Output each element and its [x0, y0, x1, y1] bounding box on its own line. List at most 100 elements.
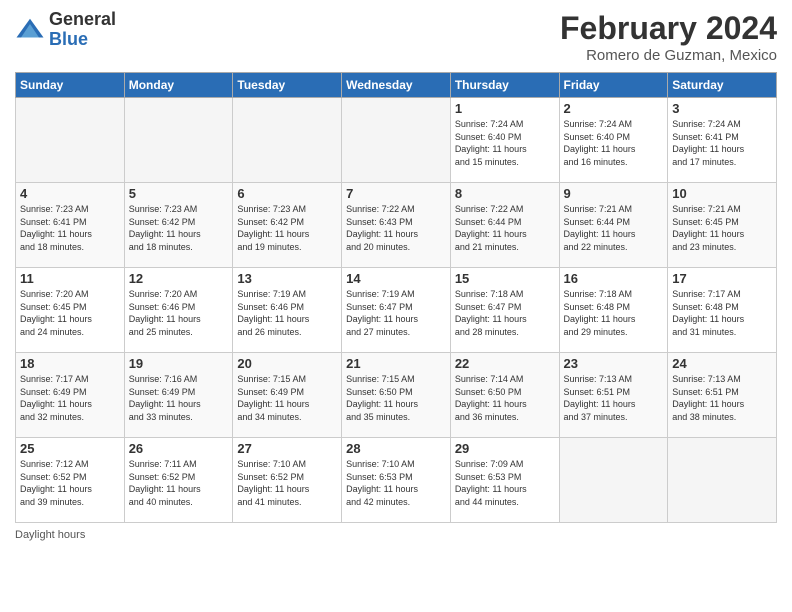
day-number: 3	[672, 101, 772, 116]
day-number: 2	[564, 101, 664, 116]
day-info: Sunrise: 7:23 AM Sunset: 6:42 PM Dayligh…	[237, 203, 337, 253]
logo: General Blue	[15, 10, 116, 50]
day-info: Sunrise: 7:24 AM Sunset: 6:41 PM Dayligh…	[672, 118, 772, 168]
location: Romero de Guzman, Mexico	[560, 47, 777, 64]
calendar-header-monday: Monday	[124, 73, 233, 98]
day-number: 27	[237, 441, 337, 456]
calendar-cell: 20 Sunrise: 7:15 AM Sunset: 6:49 PM Dayli…	[233, 353, 342, 438]
day-number: 12	[129, 271, 229, 286]
day-number: 10	[672, 186, 772, 201]
day-number: 26	[129, 441, 229, 456]
day-number: 11	[20, 271, 120, 286]
week-row-0: 1 Sunrise: 7:24 AM Sunset: 6:40 PM Daylig…	[16, 98, 777, 183]
day-number: 7	[346, 186, 446, 201]
day-number: 24	[672, 356, 772, 371]
week-row-1: 4 Sunrise: 7:23 AM Sunset: 6:41 PM Daylig…	[16, 183, 777, 268]
day-info: Sunrise: 7:19 AM Sunset: 6:46 PM Dayligh…	[237, 288, 337, 338]
day-info: Sunrise: 7:15 AM Sunset: 6:50 PM Dayligh…	[346, 373, 446, 423]
calendar-cell: 10 Sunrise: 7:21 AM Sunset: 6:45 PM Dayli…	[668, 183, 777, 268]
day-number: 4	[20, 186, 120, 201]
day-info: Sunrise: 7:22 AM Sunset: 6:43 PM Dayligh…	[346, 203, 446, 253]
calendar-cell: 1 Sunrise: 7:24 AM Sunset: 6:40 PM Daylig…	[450, 98, 559, 183]
day-info: Sunrise: 7:20 AM Sunset: 6:45 PM Dayligh…	[20, 288, 120, 338]
day-info: Sunrise: 7:24 AM Sunset: 6:40 PM Dayligh…	[455, 118, 555, 168]
day-number: 25	[20, 441, 120, 456]
day-info: Sunrise: 7:19 AM Sunset: 6:47 PM Dayligh…	[346, 288, 446, 338]
day-number: 28	[346, 441, 446, 456]
calendar-cell: 13 Sunrise: 7:19 AM Sunset: 6:46 PM Dayli…	[233, 268, 342, 353]
calendar-cell: 2 Sunrise: 7:24 AM Sunset: 6:40 PM Daylig…	[559, 98, 668, 183]
day-info: Sunrise: 7:18 AM Sunset: 6:47 PM Dayligh…	[455, 288, 555, 338]
calendar-cell: 22 Sunrise: 7:14 AM Sunset: 6:50 PM Dayli…	[450, 353, 559, 438]
day-info: Sunrise: 7:17 AM Sunset: 6:49 PM Dayligh…	[20, 373, 120, 423]
day-number: 22	[455, 356, 555, 371]
calendar-cell: 4 Sunrise: 7:23 AM Sunset: 6:41 PM Daylig…	[16, 183, 125, 268]
day-number: 14	[346, 271, 446, 286]
calendar: SundayMondayTuesdayWednesdayThursdayFrid…	[15, 72, 777, 523]
calendar-header-saturday: Saturday	[668, 73, 777, 98]
day-number: 23	[564, 356, 664, 371]
day-info: Sunrise: 7:11 AM Sunset: 6:52 PM Dayligh…	[129, 458, 229, 508]
week-row-2: 11 Sunrise: 7:20 AM Sunset: 6:45 PM Dayli…	[16, 268, 777, 353]
calendar-cell	[668, 438, 777, 523]
calendar-cell: 5 Sunrise: 7:23 AM Sunset: 6:42 PM Daylig…	[124, 183, 233, 268]
calendar-cell: 29 Sunrise: 7:09 AM Sunset: 6:53 PM Dayli…	[450, 438, 559, 523]
day-info: Sunrise: 7:24 AM Sunset: 6:40 PM Dayligh…	[564, 118, 664, 168]
calendar-cell: 19Sunrise: 7:16 AM Sunset: 6:49 PM Dayli…	[124, 353, 233, 438]
calendar-cell: 27Sunrise: 7:10 AM Sunset: 6:52 PM Dayli…	[233, 438, 342, 523]
day-info: Sunrise: 7:21 AM Sunset: 6:44 PM Dayligh…	[564, 203, 664, 253]
calendar-cell: 8 Sunrise: 7:22 AM Sunset: 6:44 PM Daylig…	[450, 183, 559, 268]
calendar-cell: 26 Sunrise: 7:11 AM Sunset: 6:52 PM Dayli…	[124, 438, 233, 523]
calendar-cell: 21 Sunrise: 7:15 AM Sunset: 6:50 PM Dayli…	[342, 353, 451, 438]
calendar-cell	[559, 438, 668, 523]
day-number: 21	[346, 356, 446, 371]
calendar-cell: 12 Sunrise: 7:20 AM Sunset: 6:46 PM Dayli…	[124, 268, 233, 353]
calendar-cell: 6 Sunrise: 7:23 AM Sunset: 6:42 PM Daylig…	[233, 183, 342, 268]
title-block: February 2024 Romero de Guzman, Mexico	[560, 10, 777, 64]
day-info: Sunrise: 7:23 AM Sunset: 6:42 PM Dayligh…	[129, 203, 229, 253]
calendar-cell: 15 Sunrise: 7:18 AM Sunset: 6:47 PM Dayli…	[450, 268, 559, 353]
day-info: Sunrise: 7:20 AM Sunset: 6:46 PM Dayligh…	[129, 288, 229, 338]
page: General Blue February 2024 Romero de Guz…	[0, 0, 792, 612]
day-number: 29	[455, 441, 555, 456]
day-number: 13	[237, 271, 337, 286]
day-number: 6	[237, 186, 337, 201]
day-info: Sunrise: 7:13 AM Sunset: 6:51 PM Dayligh…	[564, 373, 664, 423]
day-info: Sunrise: 7:16 AM Sunset: 6:49 PM Dayligh…	[129, 373, 229, 423]
day-info: Sunrise: 7:17 AM Sunset: 6:48 PM Dayligh…	[672, 288, 772, 338]
month-title: February 2024	[560, 10, 777, 47]
day-info: Sunrise: 7:10 AM Sunset: 6:53 PM Dayligh…	[346, 458, 446, 508]
calendar-cell: 28 Sunrise: 7:10 AM Sunset: 6:53 PM Dayli…	[342, 438, 451, 523]
calendar-cell: 23 Sunrise: 7:13 AM Sunset: 6:51 PM Dayli…	[559, 353, 668, 438]
calendar-header-wednesday: Wednesday	[342, 73, 451, 98]
day-number: 18	[20, 356, 120, 371]
day-info: Sunrise: 7:23 AM Sunset: 6:41 PM Dayligh…	[20, 203, 120, 253]
logo-blue: Blue	[49, 29, 88, 49]
calendar-cell: 24Sunrise: 7:13 AM Sunset: 6:51 PM Dayli…	[668, 353, 777, 438]
day-number: 20	[237, 356, 337, 371]
day-number: 17	[672, 271, 772, 286]
day-number: 5	[129, 186, 229, 201]
day-info: Sunrise: 7:14 AM Sunset: 6:50 PM Dayligh…	[455, 373, 555, 423]
day-info: Sunrise: 7:15 AM Sunset: 6:49 PM Dayligh…	[237, 373, 337, 423]
day-info: Sunrise: 7:21 AM Sunset: 6:45 PM Dayligh…	[672, 203, 772, 253]
calendar-cell: 16Sunrise: 7:18 AM Sunset: 6:48 PM Dayli…	[559, 268, 668, 353]
logo-icon	[15, 15, 45, 45]
day-number: 9	[564, 186, 664, 201]
calendar-header-sunday: Sunday	[16, 73, 125, 98]
calendar-cell: 11 Sunrise: 7:20 AM Sunset: 6:45 PM Dayli…	[16, 268, 125, 353]
calendar-header-thursday: Thursday	[450, 73, 559, 98]
calendar-cell: 3 Sunrise: 7:24 AM Sunset: 6:41 PM Daylig…	[668, 98, 777, 183]
day-info: Sunrise: 7:12 AM Sunset: 6:52 PM Dayligh…	[20, 458, 120, 508]
calendar-header-friday: Friday	[559, 73, 668, 98]
daylight-label: Daylight hours	[15, 529, 85, 541]
logo-text: General Blue	[49, 10, 116, 50]
day-number: 8	[455, 186, 555, 201]
day-info: Sunrise: 7:09 AM Sunset: 6:53 PM Dayligh…	[455, 458, 555, 508]
day-number: 1	[455, 101, 555, 116]
calendar-cell	[16, 98, 125, 183]
day-number: 15	[455, 271, 555, 286]
week-row-3: 18 Sunrise: 7:17 AM Sunset: 6:49 PM Dayli…	[16, 353, 777, 438]
day-info: Sunrise: 7:22 AM Sunset: 6:44 PM Dayligh…	[455, 203, 555, 253]
calendar-header-tuesday: Tuesday	[233, 73, 342, 98]
